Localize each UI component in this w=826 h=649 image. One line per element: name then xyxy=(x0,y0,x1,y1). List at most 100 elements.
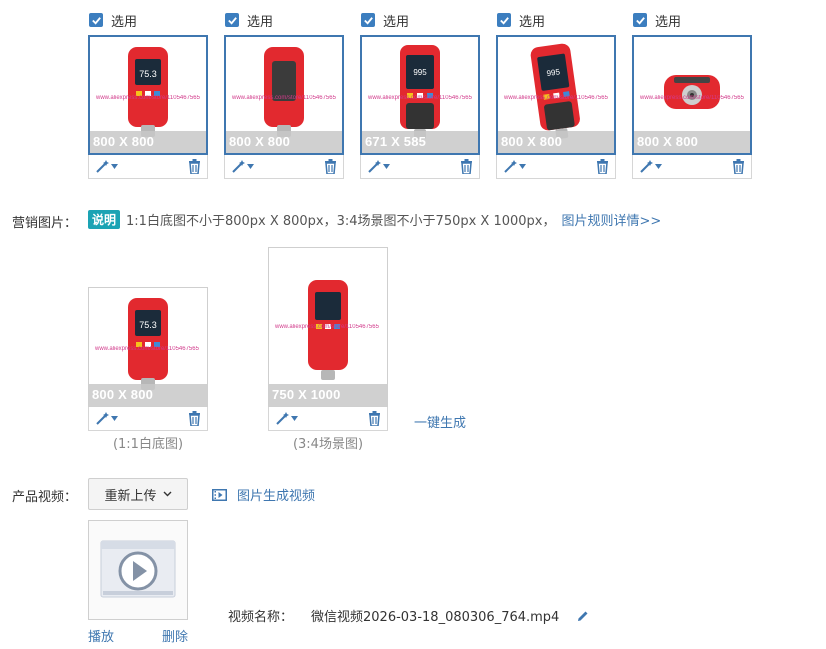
caret-down-icon xyxy=(247,164,254,169)
product-image-card-1[interactable]: 75.3 www.aliexpress.com/store/1105467565… xyxy=(88,35,208,155)
generate-video-from-images[interactable]: 图片生成视频 xyxy=(212,485,315,504)
select-checkbox-4[interactable]: 选用 xyxy=(497,11,546,30)
marketing-rule-text: 1:1白底图不小于800px X 800px，3:4场景图不小于750px X … xyxy=(126,214,556,229)
trash-icon xyxy=(369,411,380,427)
svg-text:995: 995 xyxy=(413,68,427,77)
square-image-caption: (1:1白底图) xyxy=(112,437,184,452)
magic-wand-dropdown[interactable] xyxy=(95,411,118,426)
marketing-square-toolbar xyxy=(88,407,208,431)
generate-video-link[interactable]: 图片生成视频 xyxy=(237,485,315,504)
magic-wand-icon xyxy=(504,160,517,173)
checkbox-checked-icon[interactable] xyxy=(633,13,647,27)
checkbox-checked-icon[interactable] xyxy=(89,13,103,27)
watermark-text: www.aliexpress.com/store/1105467565 xyxy=(96,95,200,101)
reupload-label: 重新上传 xyxy=(104,488,157,504)
magic-wand-dropdown[interactable] xyxy=(95,159,118,174)
chevron-down-icon xyxy=(163,491,171,497)
product-image-card-4[interactable]: 995 www.aliexpress.com/store/1105467565 … xyxy=(496,35,616,155)
product-thumbnail: www.aliexpress.com/store/1105467565 xyxy=(269,248,387,406)
image-dimensions: 800 X 800 xyxy=(90,131,206,153)
watermark-text: www.aliexpress.com/store/1105467565 xyxy=(368,95,472,101)
image-toolbar-4 xyxy=(496,155,616,179)
magic-wand-icon xyxy=(368,160,381,173)
magic-wand-dropdown[interactable] xyxy=(503,159,526,174)
watermark-text: www.aliexpress.com/store/1105467565 xyxy=(95,346,199,352)
delete-image-button[interactable] xyxy=(596,159,609,178)
select-label: 选用 xyxy=(519,14,546,30)
image-dimensions: 800 X 800 xyxy=(498,131,614,153)
image-rules-details-link[interactable]: 图片规则详情>> xyxy=(562,210,662,229)
caret-down-icon xyxy=(519,164,526,169)
product-video-label: 产品视频： xyxy=(12,490,78,505)
image-toolbar-2 xyxy=(224,155,344,179)
select-checkbox-1[interactable]: 选用 xyxy=(89,11,138,30)
reupload-button[interactable]: 重新上传 xyxy=(88,478,188,510)
marketing-square-image-card[interactable]: 75.3 www.aliexpress.com/store/1105467565… xyxy=(88,287,208,407)
image-toolbar-5 xyxy=(632,155,752,179)
video-name-label: 视频名称： xyxy=(228,610,294,625)
magic-wand-icon xyxy=(276,412,289,425)
magic-wand-dropdown[interactable] xyxy=(231,159,254,174)
select-checkbox-3[interactable]: 选用 xyxy=(361,11,410,30)
delete-image-button[interactable] xyxy=(324,159,337,178)
magic-wand-icon xyxy=(640,160,653,173)
select-label: 选用 xyxy=(655,14,682,30)
watermark-text: www.aliexpress.com/store/1105467565 xyxy=(504,95,608,101)
video-play-icon xyxy=(100,540,176,598)
image-dimensions: 800 X 800 xyxy=(634,131,750,153)
trash-icon xyxy=(733,159,744,175)
marketing-rule-line: 说明 1:1白底图不小于800px X 800px，3:4场景图不小于750px… xyxy=(88,210,661,229)
trash-icon xyxy=(189,411,200,427)
play-video-link[interactable]: 播放 xyxy=(88,626,114,645)
video-thumbnail[interactable] xyxy=(88,520,188,620)
caret-down-icon xyxy=(383,164,390,169)
svg-text:995: 995 xyxy=(546,67,561,78)
checkbox-checked-icon[interactable] xyxy=(225,13,239,27)
image-dimensions: 800 X 800 xyxy=(226,131,342,153)
product-image-card-5[interactable]: www.aliexpress.com/store/1105467565 800 … xyxy=(632,35,752,155)
select-checkbox-2[interactable]: 选用 xyxy=(225,11,274,30)
select-label: 选用 xyxy=(383,14,410,30)
delete-image-button[interactable] xyxy=(188,411,201,430)
trash-icon xyxy=(189,159,200,175)
select-label: 选用 xyxy=(111,14,138,30)
one-click-generate-link[interactable]: 一键生成 xyxy=(414,412,466,431)
select-label: 选用 xyxy=(247,14,274,30)
magic-wand-dropdown[interactable] xyxy=(367,159,390,174)
trash-icon xyxy=(325,159,336,175)
edit-pencil-icon[interactable] xyxy=(577,610,589,622)
select-checkbox-5[interactable]: 选用 xyxy=(633,11,682,30)
svg-text:75.3: 75.3 xyxy=(139,320,157,330)
image-toolbar-1 xyxy=(88,155,208,179)
video-frame-icon xyxy=(212,488,227,501)
svg-text:75.3: 75.3 xyxy=(139,69,157,79)
product-image-card-2[interactable]: www.aliexpress.com/store/1105467565 800 … xyxy=(224,35,344,155)
delete-image-button[interactable] xyxy=(732,159,745,178)
trash-icon xyxy=(461,159,472,175)
info-badge: 说明 xyxy=(88,210,121,229)
video-file-name: 微信视频2026-03-18_080306_764.mp4 xyxy=(311,610,560,625)
video-name-row: 视频名称： 微信视频2026-03-18_080306_764.mp4 xyxy=(228,606,589,625)
watermark-text: www.aliexpress.com/store/1105467565 xyxy=(232,95,336,101)
marketing-scene-image-card[interactable]: www.aliexpress.com/store/1105467565 750 … xyxy=(268,247,388,407)
magic-wand-icon xyxy=(96,412,109,425)
magic-wand-icon xyxy=(232,160,245,173)
caret-down-icon xyxy=(111,164,118,169)
checkbox-checked-icon[interactable] xyxy=(361,13,375,27)
scene-image-caption: (3:4场景图) xyxy=(292,437,364,452)
checkbox-checked-icon[interactable] xyxy=(497,13,511,27)
image-dimensions: 671 X 585 xyxy=(362,131,478,153)
image-toolbar-3 xyxy=(360,155,480,179)
delete-video-link[interactable]: 删除 xyxy=(162,626,188,645)
image-dimensions: 750 X 1000 xyxy=(269,384,387,406)
trash-icon xyxy=(597,159,608,175)
delete-image-button[interactable] xyxy=(368,411,381,430)
image-dimensions: 800 X 800 xyxy=(89,384,207,406)
product-image-card-3[interactable]: 995 www.aliexpress.com/store/1105467565 … xyxy=(360,35,480,155)
marketing-scene-toolbar xyxy=(268,407,388,431)
magic-wand-dropdown[interactable] xyxy=(639,159,662,174)
delete-image-button[interactable] xyxy=(460,159,473,178)
delete-image-button[interactable] xyxy=(188,159,201,178)
caret-down-icon xyxy=(655,164,662,169)
magic-wand-dropdown[interactable] xyxy=(275,411,298,426)
